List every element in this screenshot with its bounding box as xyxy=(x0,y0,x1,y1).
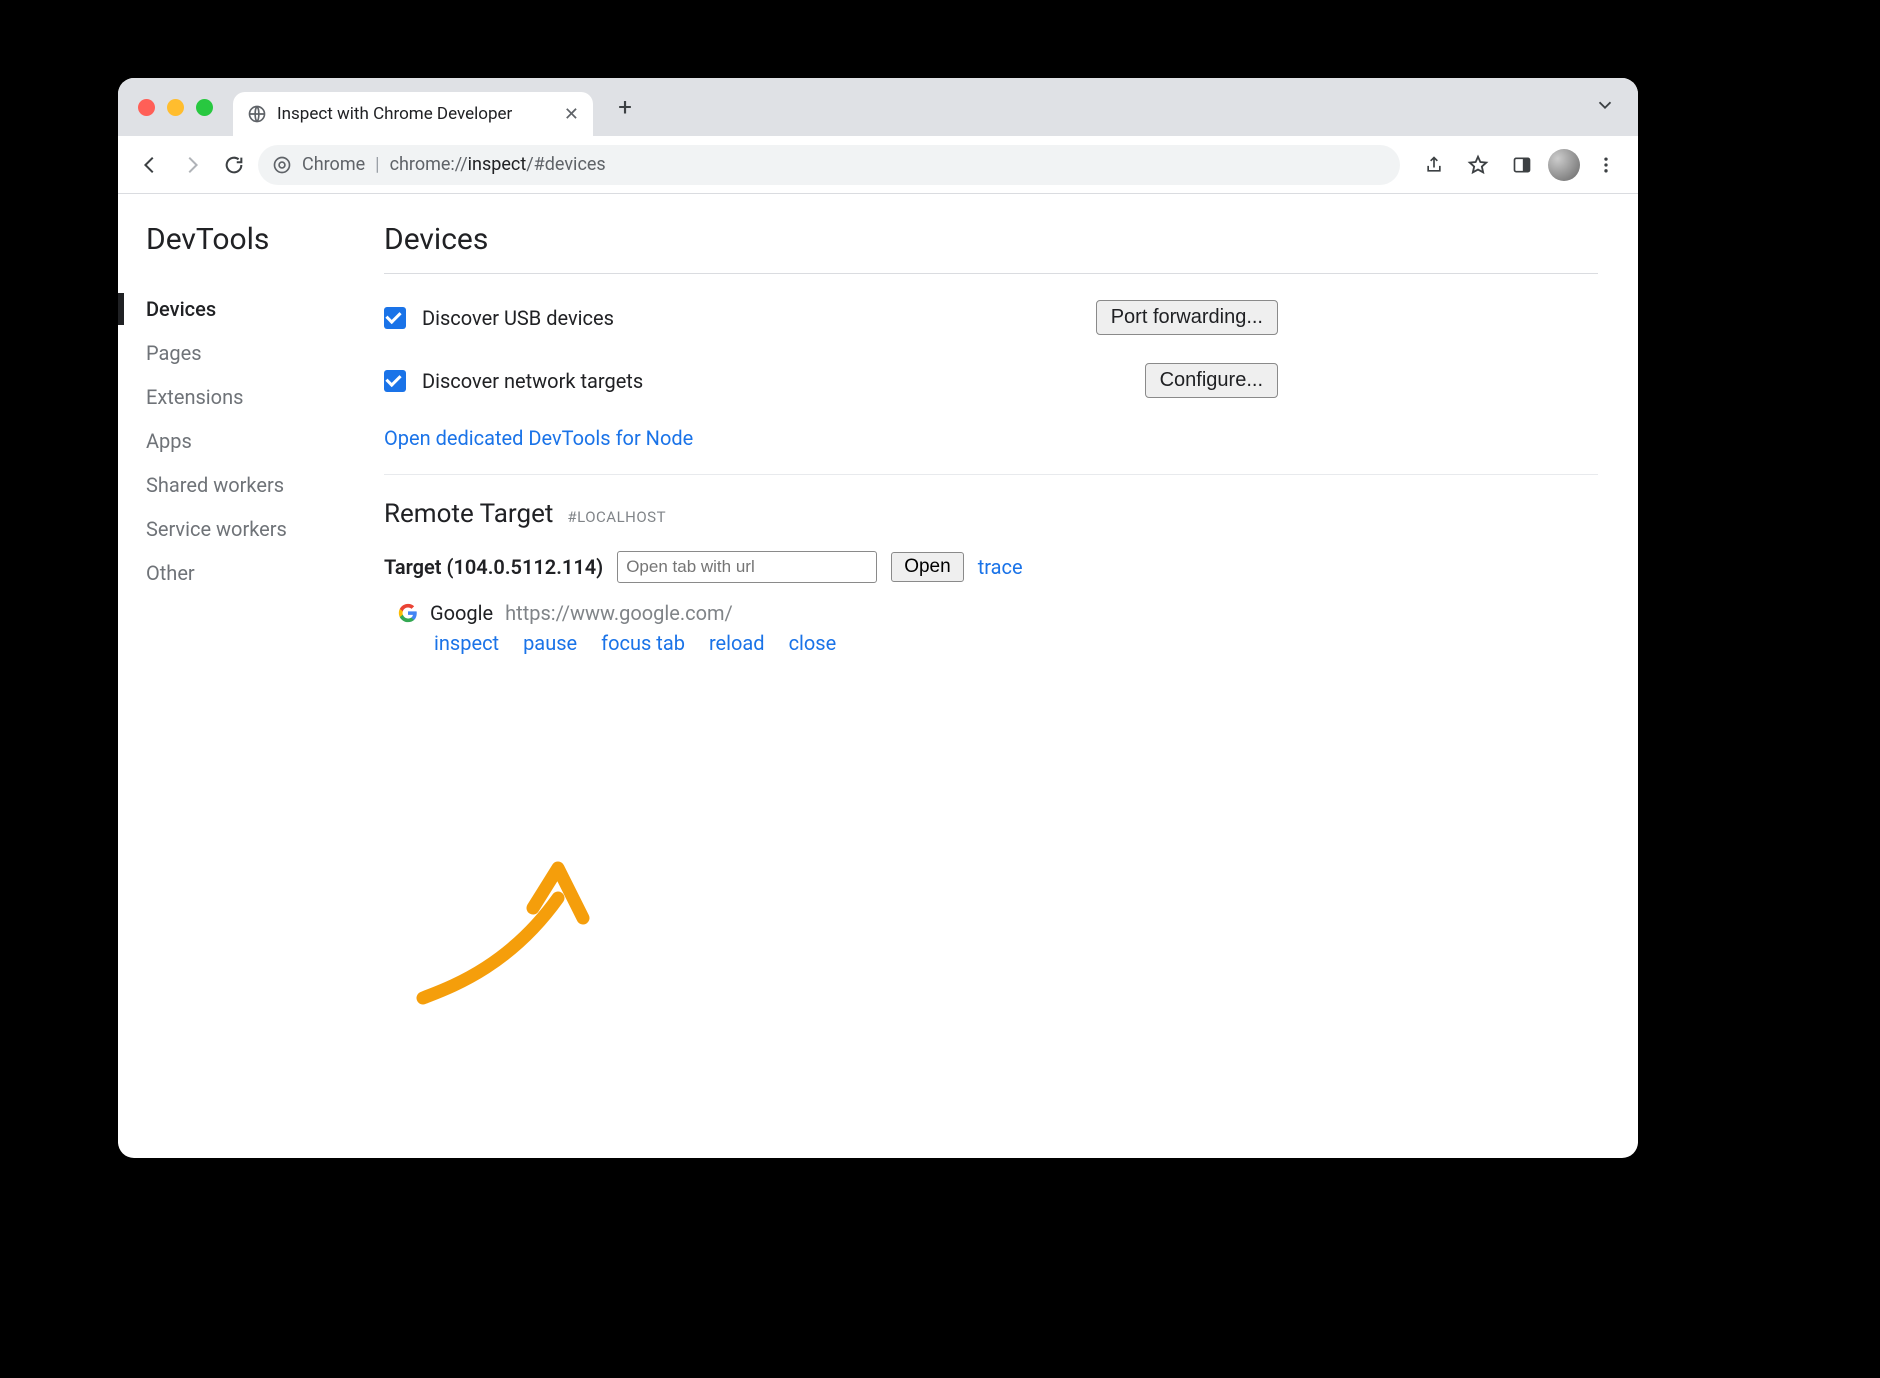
back-button[interactable] xyxy=(132,147,168,183)
side-panel-icon[interactable] xyxy=(1504,147,1540,183)
tab-close-icon[interactable]: ✕ xyxy=(564,104,579,125)
sidebar-item-other[interactable]: Other xyxy=(146,551,348,595)
open-tab-url-input[interactable] xyxy=(617,551,877,583)
divider xyxy=(384,273,1598,274)
discover-usb-checkbox[interactable] xyxy=(384,307,406,329)
target-label: Target (104.0.5112.114) xyxy=(384,555,603,579)
port-forwarding-button[interactable]: Port forwarding... xyxy=(1096,300,1278,335)
tab-list-chevron-icon[interactable] xyxy=(1594,94,1616,116)
new-tab-button[interactable]: + xyxy=(607,89,643,125)
main-panel: Devices Discover USB devices Port forwar… xyxy=(348,194,1638,1158)
entry-url: https://www.google.com/ xyxy=(505,601,733,625)
action-reload[interactable]: reload xyxy=(709,631,765,655)
sidebar: DevTools Devices Pages Extensions Apps S… xyxy=(118,194,348,1158)
tab-title: Inspect with Chrome Developer xyxy=(277,104,512,124)
profile-avatar[interactable] xyxy=(1548,149,1580,181)
globe-icon xyxy=(247,104,267,124)
sidebar-item-devices[interactable]: Devices xyxy=(146,287,348,331)
page-heading: Devices xyxy=(384,222,1598,257)
address-bar[interactable]: Chrome | chrome://inspect/#devices xyxy=(258,145,1400,185)
omnibox-scheme: Chrome xyxy=(302,154,365,175)
entry-title: Google xyxy=(430,601,493,625)
discover-network-label: Discover network targets xyxy=(422,369,643,393)
chrome-icon xyxy=(272,155,292,175)
node-devtools-link[interactable]: Open dedicated DevTools for Node xyxy=(384,426,1598,450)
discover-network-checkbox[interactable] xyxy=(384,370,406,392)
maximize-window-button[interactable] xyxy=(196,99,213,116)
sidebar-item-pages[interactable]: Pages xyxy=(146,331,348,375)
traffic-lights xyxy=(128,99,233,116)
kebab-menu-icon[interactable] xyxy=(1588,147,1624,183)
discover-usb-label: Discover USB devices xyxy=(422,306,614,330)
close-window-button[interactable] xyxy=(138,99,155,116)
browser-tab[interactable]: Inspect with Chrome Developer ✕ xyxy=(233,92,593,136)
toolbar: Chrome | chrome://inspect/#devices xyxy=(118,136,1638,194)
action-focus-tab[interactable]: focus tab xyxy=(601,631,685,655)
remote-target-heading: Remote Target #LOCALHOST xyxy=(384,499,1598,529)
bookmark-star-icon[interactable] xyxy=(1460,147,1496,183)
action-close[interactable]: close xyxy=(789,631,837,655)
target-entry: Google https://www.google.com/ inspect p… xyxy=(384,601,1598,655)
configure-button[interactable]: Configure... xyxy=(1145,363,1278,398)
open-button[interactable]: Open xyxy=(891,552,963,582)
browser-window: Inspect with Chrome Developer ✕ + Chrome… xyxy=(118,78,1638,1158)
content-area: DevTools Devices Pages Extensions Apps S… xyxy=(118,194,1638,1158)
omnibox-url: chrome://inspect/#devices xyxy=(390,154,606,175)
brand-title: DevTools xyxy=(146,222,348,257)
divider xyxy=(384,474,1598,475)
share-icon[interactable] xyxy=(1416,147,1452,183)
google-favicon-icon xyxy=(398,603,418,623)
forward-button[interactable] xyxy=(174,147,210,183)
sidebar-item-apps[interactable]: Apps xyxy=(146,419,348,463)
sidebar-item-service-workers[interactable]: Service workers xyxy=(146,507,348,551)
omnibox-separator: | xyxy=(375,154,379,175)
reload-button[interactable] xyxy=(216,147,252,183)
action-pause[interactable]: pause xyxy=(523,631,577,655)
sidebar-item-extensions[interactable]: Extensions xyxy=(146,375,348,419)
sidebar-item-shared-workers[interactable]: Shared workers xyxy=(146,463,348,507)
tab-strip: Inspect with Chrome Developer ✕ + xyxy=(118,78,1638,136)
action-inspect[interactable]: inspect xyxy=(434,631,499,655)
trace-link[interactable]: trace xyxy=(978,555,1023,579)
minimize-window-button[interactable] xyxy=(167,99,184,116)
